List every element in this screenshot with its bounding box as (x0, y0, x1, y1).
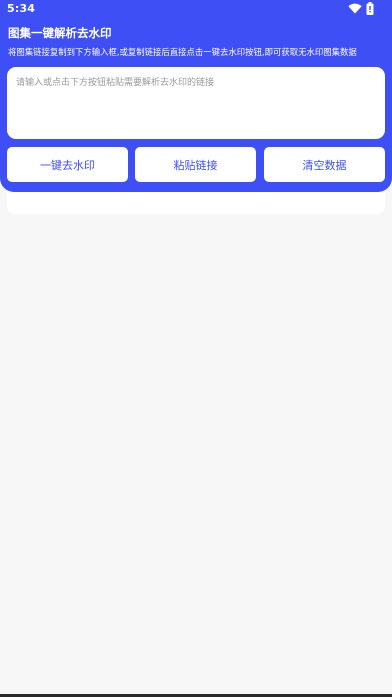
link-input[interactable] (7, 67, 385, 139)
paste-link-button[interactable]: 粘贴链接 (135, 147, 256, 182)
page-title: 图集一键解析去水印 (8, 26, 112, 40)
battery-icon (366, 2, 374, 15)
status-bar: 5:34 (0, 0, 392, 18)
clear-data-button[interactable]: 清空数据 (264, 147, 385, 182)
remove-watermark-button[interactable]: 一键去水印 (7, 147, 128, 182)
status-time: 5:34 (7, 2, 36, 15)
result-card (7, 192, 385, 214)
app-screen: 5:34 图集一键解析去水印 将图集链接复制到下方输入框,或复制链接后直接点击一… (0, 0, 392, 697)
header-panel: 5:34 图集一键解析去水印 将图集链接复制到下方输入框,或复制链接后直接点击一… (0, 0, 392, 192)
page-subtitle: 将图集链接复制到下方输入框,或复制链接后直接点击一键去水印按钮,即可获取无水印图… (8, 47, 357, 57)
wifi-icon (348, 3, 362, 14)
